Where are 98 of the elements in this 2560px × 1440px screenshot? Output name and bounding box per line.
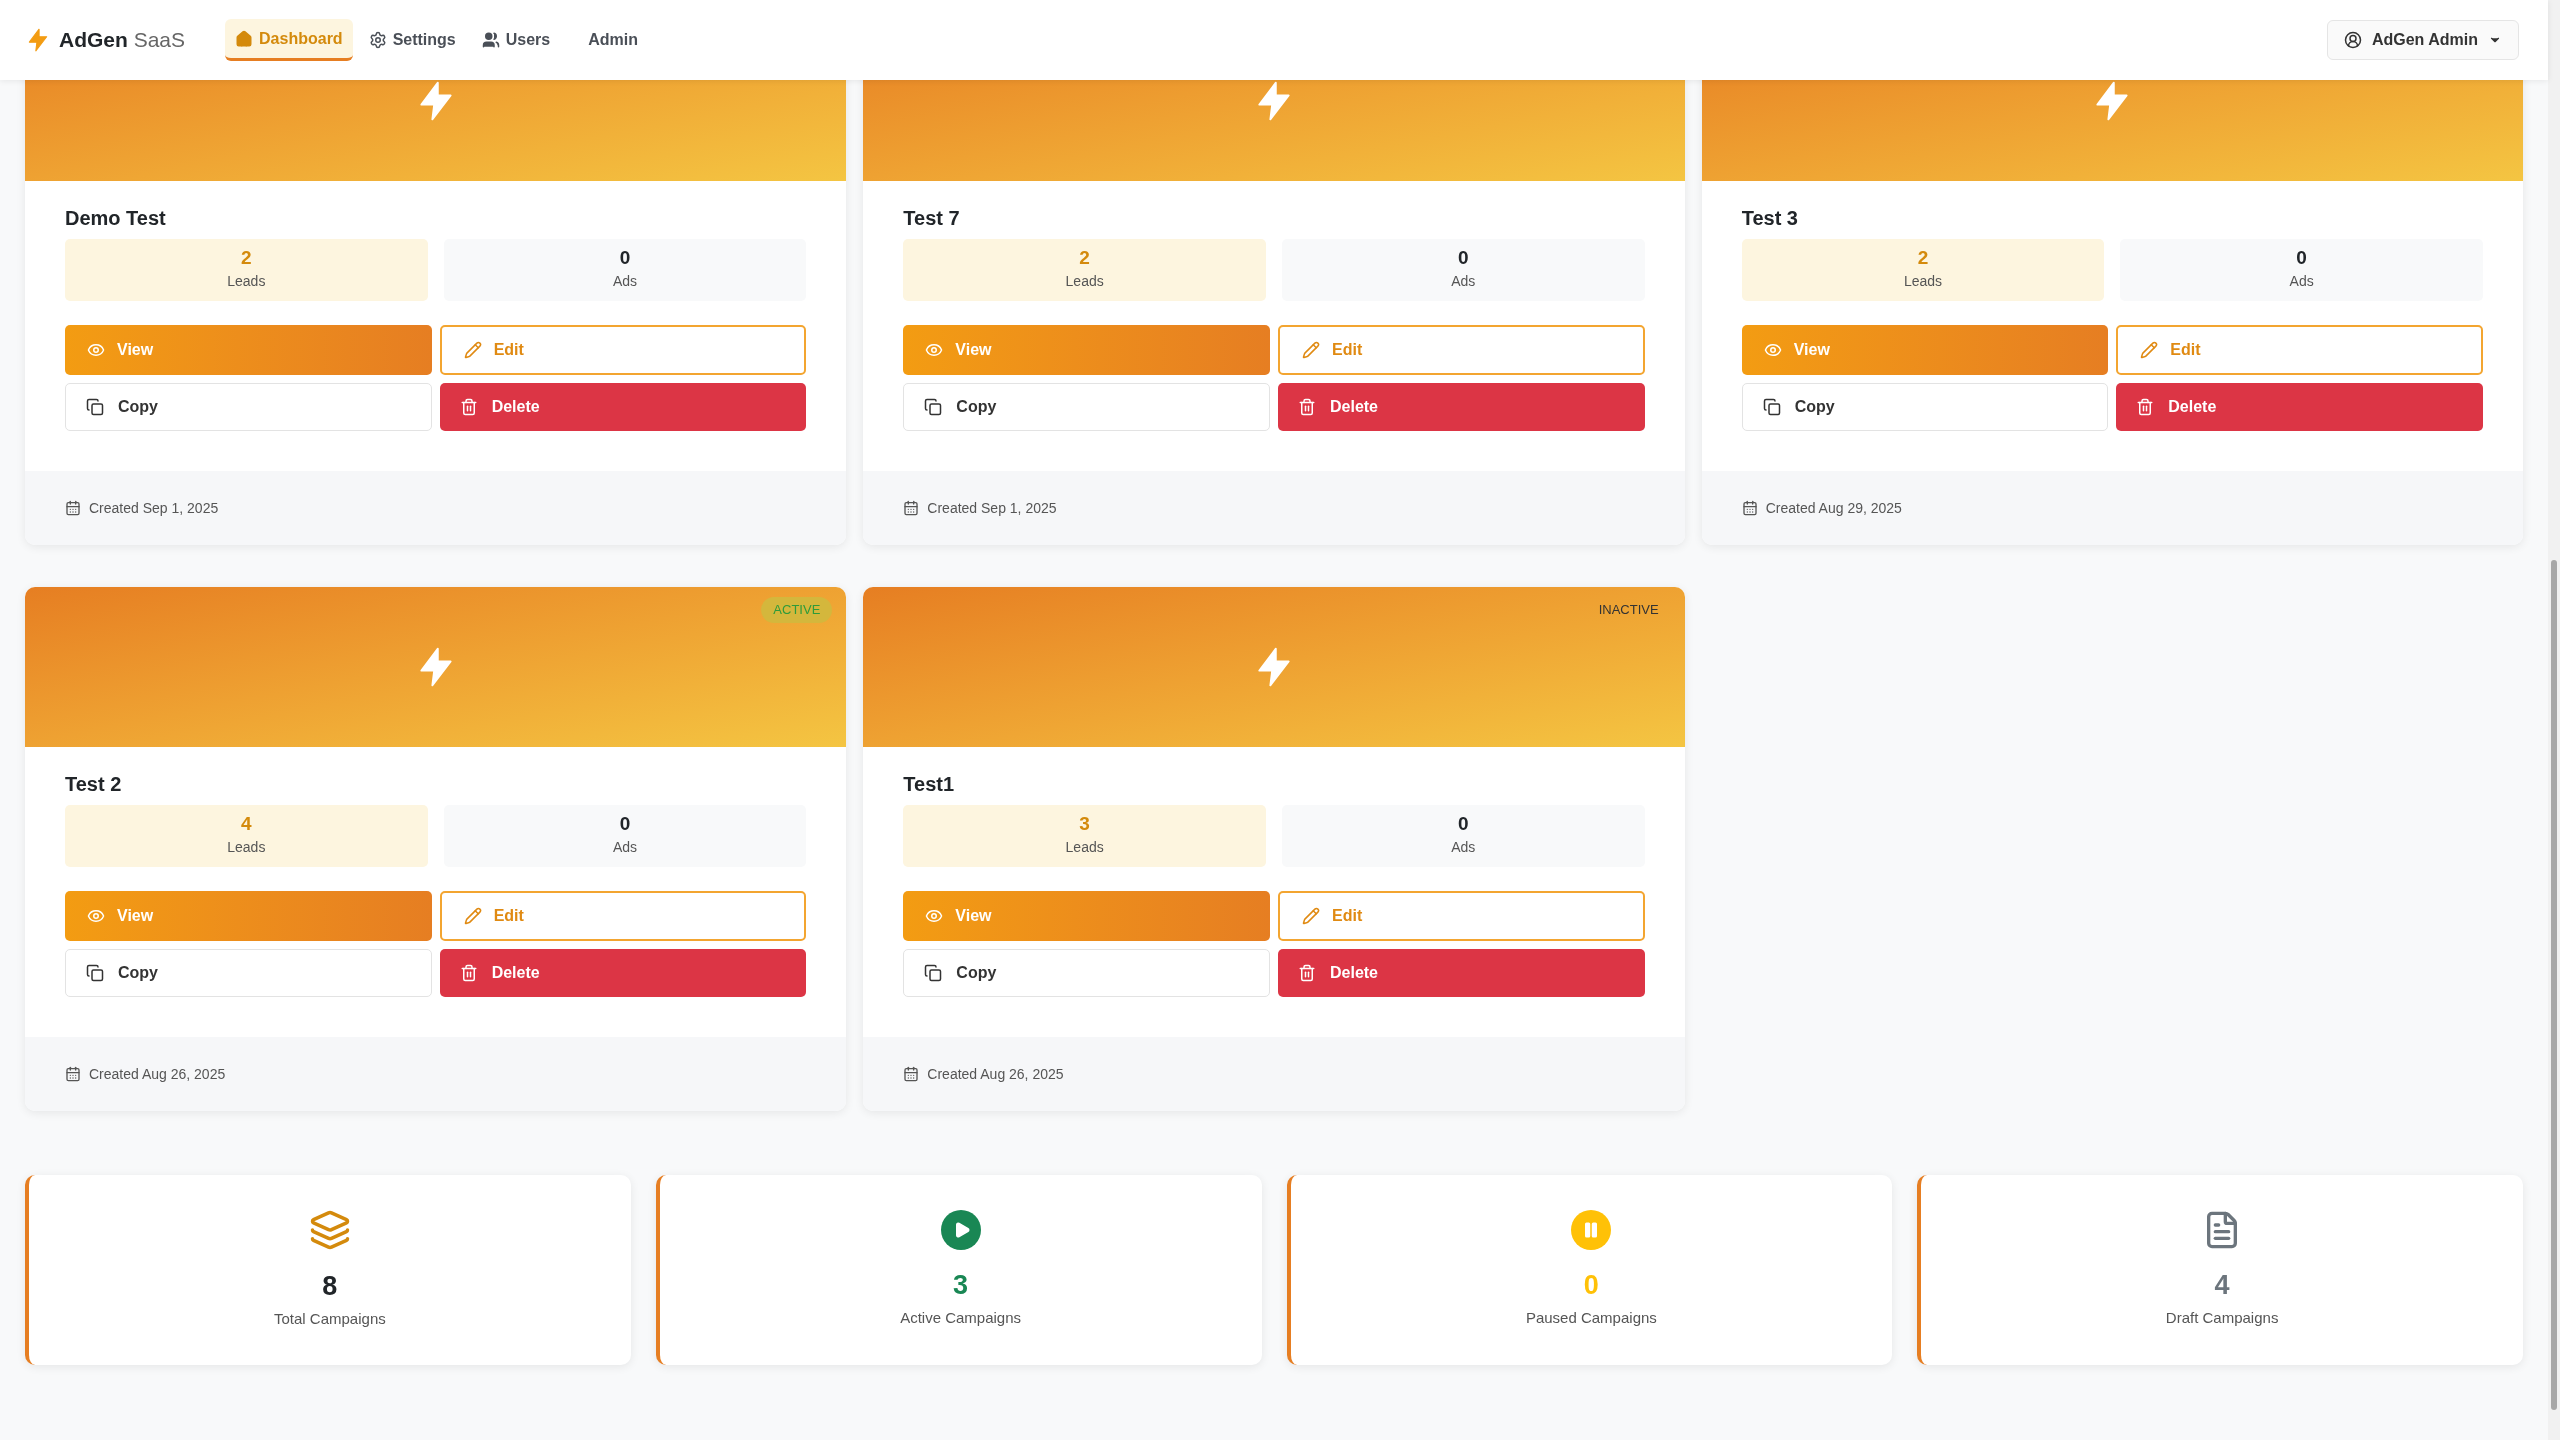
- copy-button[interactable]: Copy: [903, 383, 1270, 431]
- view-button[interactable]: View: [903, 891, 1270, 941]
- delete-button[interactable]: Delete: [439, 383, 807, 431]
- eye-icon: [925, 341, 944, 359]
- copy-icon: [86, 398, 104, 416]
- created-date: Created Aug 26, 2025: [89, 1064, 226, 1084]
- calendar-icon: [65, 1066, 81, 1082]
- status-label: INACTIVE: [1597, 601, 1660, 619]
- delete-button[interactable]: Delete: [1278, 949, 1645, 997]
- leads-label: Leads: [1903, 272, 1943, 291]
- campaign-title: Test 3: [1741, 206, 1799, 231]
- ads-label: Ads: [612, 838, 638, 857]
- campaign-title: Demo Test: [65, 206, 167, 231]
- copy-button[interactable]: Copy: [903, 949, 1270, 997]
- stat-value: 8: [322, 1273, 338, 1301]
- edit-button[interactable]: Edit: [1278, 325, 1645, 375]
- users-icon: [481, 31, 500, 49]
- copy-button[interactable]: Copy: [65, 949, 432, 997]
- created-date: Created Sep 1, 2025: [927, 498, 1057, 518]
- play-icon: [940, 1210, 981, 1251]
- stat-label: Total Campaigns: [274, 1309, 386, 1330]
- trash-icon: [1298, 964, 1316, 982]
- ads-count: 0: [2296, 248, 2307, 267]
- leads-label: Leads: [227, 272, 266, 291]
- user-menu-button[interactable]: AdGen Admin: [2326, 20, 2519, 60]
- calendar-icon: [903, 500, 920, 516]
- ads-count: 0: [619, 814, 631, 833]
- edit-button[interactable]: Edit: [439, 891, 807, 941]
- created-date: Created Sep 1, 2025: [89, 498, 219, 518]
- created-date: Created Aug 26, 2025: [927, 1064, 1064, 1084]
- nav-link[interactable]: Admin: [578, 19, 649, 61]
- ads-label: Ads: [612, 272, 638, 291]
- eye-icon: [87, 341, 105, 359]
- copy-button[interactable]: Copy: [1741, 383, 2109, 431]
- stat-label: Active Campaigns: [900, 1308, 1022, 1329]
- stat-value: 0: [1583, 1272, 1599, 1300]
- eye-icon: [925, 907, 944, 925]
- calendar-icon: [1741, 500, 1758, 516]
- pencil-icon: [2140, 341, 2159, 359]
- created-date: Created Aug 29, 2025: [1765, 498, 1902, 518]
- stat-label: Paused Campaigns: [1525, 1308, 1657, 1329]
- ads-label: Ads: [2289, 272, 2314, 291]
- stat-value: 4: [2214, 1272, 2230, 1300]
- copy-icon: [924, 964, 943, 982]
- copy-icon: [924, 398, 943, 416]
- trash-icon: [459, 964, 478, 982]
- copy-icon: [1762, 398, 1781, 416]
- view-button[interactable]: View: [1741, 325, 2109, 375]
- status-label: ACTIVE: [761, 597, 833, 623]
- leads-count: 2: [241, 248, 252, 267]
- copy-button[interactable]: Copy: [65, 383, 432, 431]
- delete-button[interactable]: Delete: [1278, 383, 1645, 431]
- campaign-title: Test1: [903, 772, 956, 797]
- home-icon: [235, 29, 254, 48]
- campaign-title: Test 2: [65, 772, 123, 797]
- trash-icon: [2136, 398, 2155, 416]
- ads-label: Ads: [1451, 838, 1476, 857]
- leads-label: Leads: [227, 838, 266, 857]
- ads-count: 0: [1458, 248, 1469, 267]
- view-button[interactable]: View: [65, 325, 432, 375]
- copy-icon: [86, 964, 104, 982]
- trash-icon: [459, 398, 478, 416]
- edit-button[interactable]: Edit: [1278, 891, 1645, 941]
- pause-icon: [1571, 1210, 1612, 1251]
- nav-link[interactable]: Users: [471, 19, 561, 61]
- edit-button[interactable]: Edit: [439, 325, 807, 375]
- eye-icon: [1763, 341, 1782, 359]
- delete-button[interactable]: Delete: [2116, 383, 2483, 431]
- leads-count: 3: [1079, 814, 1090, 833]
- leads-label: Leads: [1065, 838, 1104, 857]
- layers-icon: [308, 1209, 351, 1252]
- nav-link[interactable]: Settings: [358, 19, 466, 61]
- nav-link[interactable]: Dashboard: [225, 19, 353, 61]
- stat-label: Draft Campaigns: [2165, 1308, 2279, 1329]
- pencil-icon: [1302, 341, 1320, 359]
- trash-icon: [1298, 398, 1316, 416]
- pencil-icon: [463, 907, 482, 925]
- pencil-icon: [463, 341, 482, 359]
- leads-count: 2: [1079, 248, 1090, 267]
- settings-icon: [368, 31, 387, 49]
- stat-value: 3: [953, 1272, 969, 1300]
- pencil-icon: [1302, 907, 1320, 925]
- ads-count: 0: [619, 248, 631, 267]
- ads-label: Ads: [1451, 272, 1476, 291]
- delete-button[interactable]: Delete: [439, 949, 807, 997]
- eye-icon: [87, 907, 105, 925]
- view-button[interactable]: View: [903, 325, 1270, 375]
- ads-count: 0: [1458, 814, 1469, 833]
- leads-label: Leads: [1065, 272, 1104, 291]
- view-button[interactable]: View: [65, 891, 432, 941]
- brand-name[interactable]: AdGen SaaS: [59, 24, 186, 56]
- calendar-icon: [65, 500, 81, 516]
- leads-count: 2: [1917, 248, 1929, 267]
- edit-button[interactable]: Edit: [2116, 325, 2483, 375]
- user-icon: [2343, 31, 2362, 49]
- leads-count: 4: [241, 814, 252, 833]
- calendar-icon: [903, 1066, 920, 1082]
- campaign-title: Test 7: [903, 206, 961, 231]
